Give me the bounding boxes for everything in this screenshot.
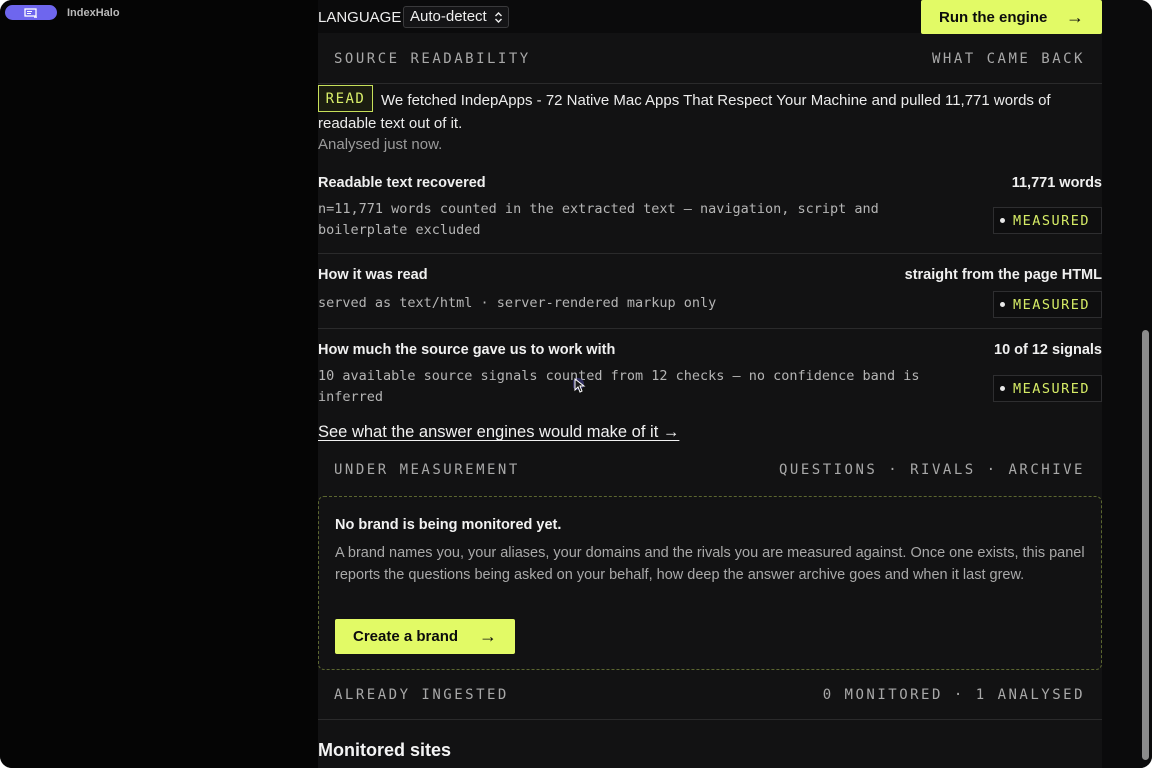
- row-value: straight from the page HTML: [904, 267, 1102, 283]
- divider: [318, 253, 1102, 254]
- run-engine-label: Run the engine: [939, 8, 1048, 26]
- measurement-heading-right: QUESTIONS · RIVALS · ARCHIVE: [778, 462, 1085, 478]
- row-title: How much the source gave us to work with: [318, 342, 616, 358]
- status-badge: MEASURED: [993, 375, 1102, 402]
- monitor-icon: [24, 7, 38, 18]
- run-engine-button[interactable]: Run the engine →: [921, 0, 1102, 34]
- readability-heading: SOURCE READABILITY: [334, 51, 531, 67]
- chevron-updown-icon: [494, 11, 503, 28]
- measurement-heading: UNDER MEASUREMENT: [334, 462, 520, 478]
- measurement-header: UNDER MEASUREMENT QUESTIONS · RIVALS · A…: [318, 452, 1102, 488]
- sidebar: IndexHalo: [0, 0, 318, 768]
- app-name: IndexHalo: [67, 7, 120, 19]
- arrow-right-icon: →: [1066, 6, 1084, 27]
- mouse-cursor-icon: [572, 377, 587, 399]
- empty-brand-title: No brand is being monitored yet.: [335, 517, 562, 533]
- divider: [318, 83, 1102, 84]
- row-title: Readable text recovered: [318, 175, 486, 191]
- readability-header: SOURCE READABILITY WHAT CAME BACK: [318, 41, 1102, 77]
- row-detail: served as text/html · server-rendered ma…: [318, 295, 717, 311]
- language-select[interactable]: Auto-detect: [403, 6, 509, 28]
- status-label: MEASURED: [1013, 296, 1091, 313]
- ingested-counts: 0 MONITORED · 1 ANALYSED: [822, 687, 1085, 703]
- row-value: 11,771 words: [1011, 175, 1102, 191]
- status-label: MEASURED: [1013, 380, 1091, 397]
- divider: [318, 328, 1102, 329]
- row-value: 10 of 12 signals: [994, 342, 1102, 358]
- language-label: LANGUAGE: [318, 9, 402, 26]
- read-summary: We fetched IndepApps - 72 Native Mac App…: [318, 92, 1051, 132]
- status-badge: MEASURED: [993, 291, 1102, 318]
- divider: [318, 719, 1102, 720]
- status-dot-icon: [1000, 218, 1005, 223]
- status-label: MEASURED: [1013, 212, 1091, 229]
- row-detail: n=11,771 words counted in the extracted …: [318, 201, 879, 238]
- status-badge: MEASURED: [993, 207, 1102, 234]
- empty-brand-panel: No brand is being monitored yet. A brand…: [318, 496, 1102, 670]
- create-brand-label: Create a brand: [353, 628, 459, 645]
- app-switcher[interactable]: [5, 5, 57, 20]
- status-dot-icon: [1000, 302, 1005, 307]
- scrollbar-thumb[interactable]: [1142, 330, 1149, 760]
- language-value: Auto-detect: [410, 8, 487, 25]
- read-badge: READ: [318, 85, 373, 112]
- create-brand-button[interactable]: Create a brand →: [335, 619, 515, 654]
- monitored-sites-title: Monitored sites: [318, 740, 452, 760]
- readability-heading-right: WHAT CAME BACK: [931, 51, 1085, 67]
- analysed-timestamp: Analysed just now.: [318, 136, 443, 153]
- status-dot-icon: [1000, 386, 1005, 391]
- app-window: IndexHalo LANGUAGE Auto-detect Run the e…: [0, 0, 1152, 768]
- answer-engines-link[interactable]: See what the answer engines would make o…: [318, 423, 679, 442]
- row-title: How it was read: [318, 267, 428, 283]
- ingested-header: ALREADY INGESTED 0 MONITORED · 1 ANALYSE…: [318, 677, 1102, 713]
- row-detail: 10 available source signals counted from…: [318, 368, 920, 405]
- ingested-heading: ALREADY INGESTED: [334, 687, 509, 703]
- arrow-right-icon: →: [479, 626, 497, 646]
- empty-brand-description: A brand names you, your aliases, your do…: [335, 545, 1085, 583]
